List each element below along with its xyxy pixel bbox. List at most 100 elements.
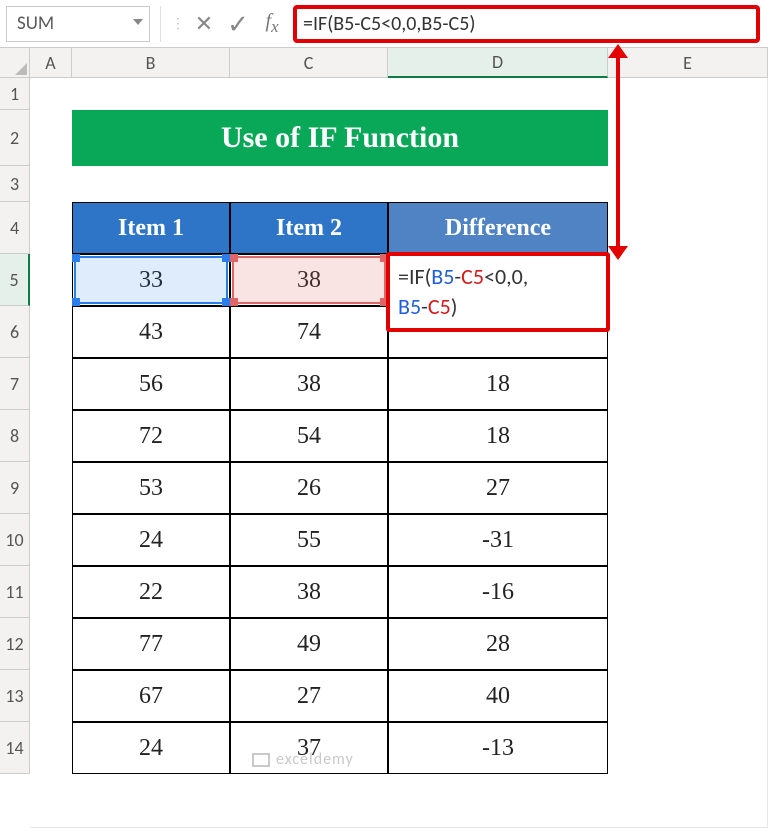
cell-C14[interactable]: 37 [230,722,388,774]
header-difference-text: Difference [445,215,551,242]
row-13[interactable]: 13 [0,670,30,722]
col-A[interactable]: A [30,48,72,78]
cell-B12[interactable]: 77 [72,618,230,670]
val-C8: 54 [297,423,321,450]
row-7[interactable]: 7 [0,358,30,410]
row-14[interactable]: 14 [0,722,30,774]
header-item2: Item 2 [230,202,388,254]
handle-icon[interactable] [230,298,238,306]
cell-D11[interactable]: -16 [388,566,608,618]
val-C13: 27 [297,683,321,710]
callout-arrowhead-up-icon [608,44,628,58]
tok-b5a: B5 [431,263,454,290]
enter-icon[interactable]: ✓ [221,8,255,40]
cell-B11[interactable]: 22 [72,566,230,618]
row-headers: 1 2 3 4 5 6 7 8 9 10 11 12 13 14 [0,78,30,774]
row-9[interactable]: 9 [0,462,30,514]
val-B10: 24 [139,527,163,554]
val-D8: 18 [486,423,510,450]
val-B8: 72 [139,423,163,450]
col-B[interactable]: B [72,48,230,78]
more-icon: ⋮ [171,15,187,32]
separator [160,6,161,42]
val-C10: 55 [297,527,321,554]
cell-B6[interactable]: 43 [72,306,230,358]
select-all-corner[interactable] [0,48,30,78]
cell-D9[interactable]: 27 [388,462,608,514]
row-10[interactable]: 10 [0,514,30,566]
row-11[interactable]: 11 [0,566,30,618]
tok-c5b: C5 [428,293,451,320]
tok-if: IF [409,263,425,290]
val-B7: 56 [139,371,163,398]
tok-min2: - [421,293,428,320]
fx-icon[interactable]: fx [255,10,289,37]
cell-C10[interactable]: 55 [230,514,388,566]
header-item1: Item 1 [72,202,230,254]
formula-input[interactable]: =IF(B5-C5<0,0,B5-C5) [293,5,760,43]
name-box[interactable]: SUM [6,6,150,42]
cell-C9[interactable]: 26 [230,462,388,514]
cell-D14[interactable]: -13 [388,722,608,774]
cell-C11[interactable]: 38 [230,566,388,618]
callout-arrowhead-down-icon [608,246,628,260]
val-B11: 22 [139,579,163,606]
handle-icon[interactable] [72,254,80,262]
cell-D8[interactable]: 18 [388,410,608,462]
cell-B13[interactable]: 67 [72,670,230,722]
val-C6: 74 [297,319,321,346]
formula-text: =IF(B5-C5<0,0,B5-C5) [303,12,475,36]
val-C7: 38 [297,371,321,398]
cell-D13[interactable]: 40 [388,670,608,722]
formula-bar: SUM ⋮ ✕ ✓ fx =IF(B5-C5<0,0,B5-C5) [0,0,768,48]
cell-C12[interactable]: 49 [230,618,388,670]
handle-icon[interactable] [222,254,230,262]
row-3[interactable]: 3 [0,166,30,202]
val-B6: 43 [139,319,163,346]
val-D11: -16 [482,579,514,606]
val-D10: -31 [482,527,514,554]
cell-B7[interactable]: 56 [72,358,230,410]
handle-icon[interactable] [230,254,238,262]
row-6[interactable]: 6 [0,306,30,358]
handle-icon[interactable] [222,298,230,306]
val-B14: 24 [139,735,163,762]
handle-icon[interactable] [72,298,80,306]
spreadsheet-grid: A B C D E 1 2 3 4 5 6 7 8 9 10 11 12 13 … [0,48,768,824]
row-12[interactable]: 12 [0,618,30,670]
col-C[interactable]: C [230,48,388,78]
val-B9: 53 [139,475,163,502]
val-D13: 40 [486,683,510,710]
tok-c5a: C5 [461,263,484,290]
ref-highlight-C5 [232,256,386,304]
row-5[interactable]: 5 [0,254,30,306]
cell-B8[interactable]: 72 [72,410,230,462]
cell-C7[interactable]: 38 [230,358,388,410]
header-item1-text: Item 1 [118,215,184,242]
row-8[interactable]: 8 [0,410,30,462]
row-1[interactable]: 1 [0,78,30,110]
val-C12: 49 [297,631,321,658]
col-D[interactable]: D [388,48,608,78]
cell-C13[interactable]: 27 [230,670,388,722]
name-box-dropdown-icon[interactable] [133,19,143,25]
callout-arrow-v [616,48,620,250]
tok-b5b: B5 [398,293,421,320]
cell-B9[interactable]: 53 [72,462,230,514]
row-2[interactable]: 2 [0,110,30,166]
cell-C6[interactable]: 74 [230,306,388,358]
cell-D10[interactable]: -31 [388,514,608,566]
cell-C8[interactable]: 54 [230,410,388,462]
tok-eq: = [398,263,409,290]
cell-D12[interactable]: 28 [388,618,608,670]
cell-B10[interactable]: 24 [72,514,230,566]
val-D12: 28 [486,631,510,658]
col-E[interactable]: E [608,48,768,78]
cell-B14[interactable]: 24 [72,722,230,774]
cell-editor-D5[interactable]: =IF(B5-C5<0,0, B5-C5) [386,252,610,332]
ref-highlight-B5 [74,256,228,304]
cell-D7[interactable]: 18 [388,358,608,410]
row-4[interactable]: 4 [0,202,30,254]
tok-close: ) [451,293,458,320]
cancel-icon[interactable]: ✕ [187,10,221,37]
